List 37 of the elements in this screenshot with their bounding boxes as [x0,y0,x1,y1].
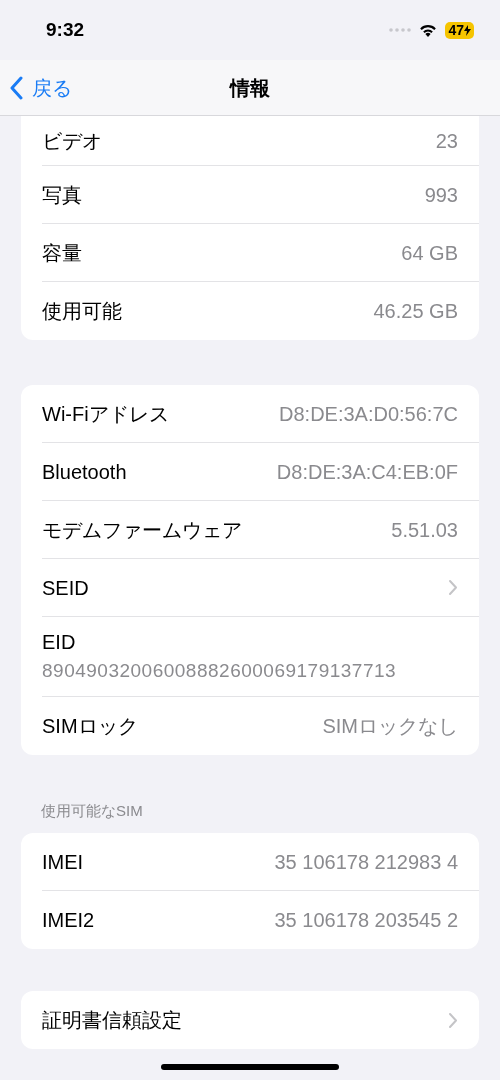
row-value: 23 [435,128,458,154]
row-value: D8:DE:3A:D0:56:7C [279,401,458,427]
row-label: Bluetooth [42,459,127,485]
row-label: SEID [42,575,89,601]
row-label: IMEI [42,849,84,875]
row-value: 35 106178 212983 4 [274,849,458,875]
row-label: 写真 [42,182,82,208]
row-value: 89049032006008882600069179137713 [42,659,398,684]
back-button[interactable]: 戻る [10,72,72,103]
nav-title: 情報 [230,75,270,101]
chevron-right-icon [448,579,458,596]
row-value: 46.25 GB [373,299,458,324]
row-value: SIMロックなし [322,714,458,739]
row-value: 64 GB [401,240,458,266]
status-time: 9:32 [46,17,85,42]
row-label: 証明書信頼設定 [42,1008,182,1033]
back-chevron-icon [10,75,24,100]
row-label: Wi-Fiアドレス [42,401,169,427]
wifi-icon [419,23,438,37]
settings-row[interactable]: SEID [21,559,479,617]
chevron-right-icon [448,1011,458,1029]
row-label: 容量 [42,240,82,266]
row-value: 35 106178 203545 2 [274,908,458,933]
row-value: 5.51.03 [391,517,458,543]
row-label: EID [42,630,77,656]
settings-row[interactable]: 証明書信頼設定 [21,991,479,1049]
row-label: SIMロック [42,714,138,739]
row-label: IMEI2 [42,908,95,933]
row-label: モデムファームウェア [42,517,242,543]
row-label: ビデオ [42,128,102,154]
row-label: 使用可能 [42,299,122,324]
row-value: 993 [424,182,458,208]
section-header: 使用可能なSIM [41,802,143,819]
signal-icon [389,28,412,32]
row-value: D8:DE:3A:C4:EB:0F [276,459,458,485]
battery-level: 47 [448,23,464,37]
bolt-icon [464,24,471,36]
